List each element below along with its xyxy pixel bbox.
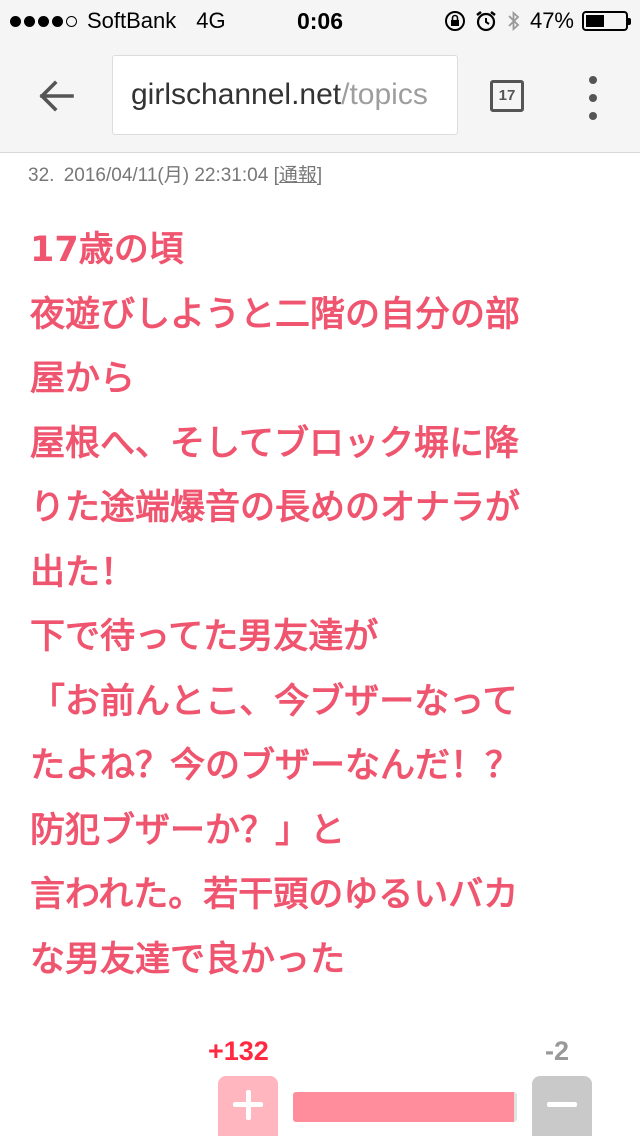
alarm-icon: [476, 11, 496, 32]
post-body: 17歳の頃夜遊びしようと二階の自分の部 屋から屋根へ、そしてブロック塀に降 りた途端…: [30, 218, 600, 992]
minus-vote-button[interactable]: [532, 1076, 592, 1136]
plus-icon-v: [245, 1089, 251, 1120]
browser-toolbar: girlschannel.net/topics 17: [0, 40, 640, 153]
post-datetime: 2016/04/11(月) 22:31:04: [63, 165, 269, 186]
post-text-line: 出た！: [30, 552, 136, 593]
menu-dot-icon: [589, 76, 597, 84]
post-text-line: たよね？今のブザーなんだ！？: [30, 746, 521, 786]
post-text-line: 17歳の頃: [30, 230, 184, 270]
post-text-line: 下で待ってた男友達が: [30, 617, 379, 657]
minus-vote-count: -2: [545, 1036, 570, 1066]
post-text-line: 夜遊びしようと二階の自分の部: [30, 294, 521, 335]
post-text-line: 防犯ブザーか？」と: [30, 810, 346, 851]
battery-icon: [582, 11, 631, 31]
back-button[interactable]: [28, 68, 84, 124]
minus-icon: [547, 1102, 577, 1107]
url-path: /topics: [341, 78, 428, 111]
plus-vote-button[interactable]: [218, 1076, 278, 1136]
post-text-line: 言われた。若干頭のゆるいバカ: [30, 875, 519, 915]
overflow-menu-button[interactable]: [578, 76, 608, 120]
orientation-lock-icon: [444, 11, 465, 31]
menu-dot-icon: [589, 94, 597, 102]
menu-dot-icon: [589, 112, 597, 120]
report-bracket-close: ]: [316, 165, 323, 186]
address-bar[interactable]: girlschannel.net/topics: [112, 55, 458, 135]
post-text-line: な男友達で良かった: [30, 939, 346, 980]
post-text-line: 「お前んとこ、今ブザーなって: [30, 681, 518, 722]
status-bar: SoftBank 4G 0:06 47%: [0, 0, 640, 40]
url-host: girlschannel.net: [131, 78, 342, 111]
back-arrow-icon: [39, 80, 74, 112]
plus-vote-count: +132: [208, 1036, 269, 1066]
post-text-line: 屋根へ、そしてブロック塀に降: [30, 423, 519, 464]
post-number: 32.: [28, 165, 55, 186]
report-link[interactable]: 通報: [279, 165, 317, 186]
battery-percent: 47%: [529, 8, 574, 33]
vote-ratio-bar: [293, 1092, 517, 1122]
battery-level: [586, 15, 604, 27]
tab-switcher-button[interactable]: 17: [490, 80, 524, 112]
post-meta: 32. 2016/04/11(月) 22:31:04 [通報]: [28, 160, 322, 187]
post-text-line: 屋から: [30, 359, 136, 399]
status-right: 47%: [444, 8, 631, 34]
bluetooth-icon: [508, 10, 520, 32]
post-text-line: りた途端爆音の長めのオナラが: [30, 488, 521, 528]
vote-ratio-fill: [293, 1092, 514, 1122]
